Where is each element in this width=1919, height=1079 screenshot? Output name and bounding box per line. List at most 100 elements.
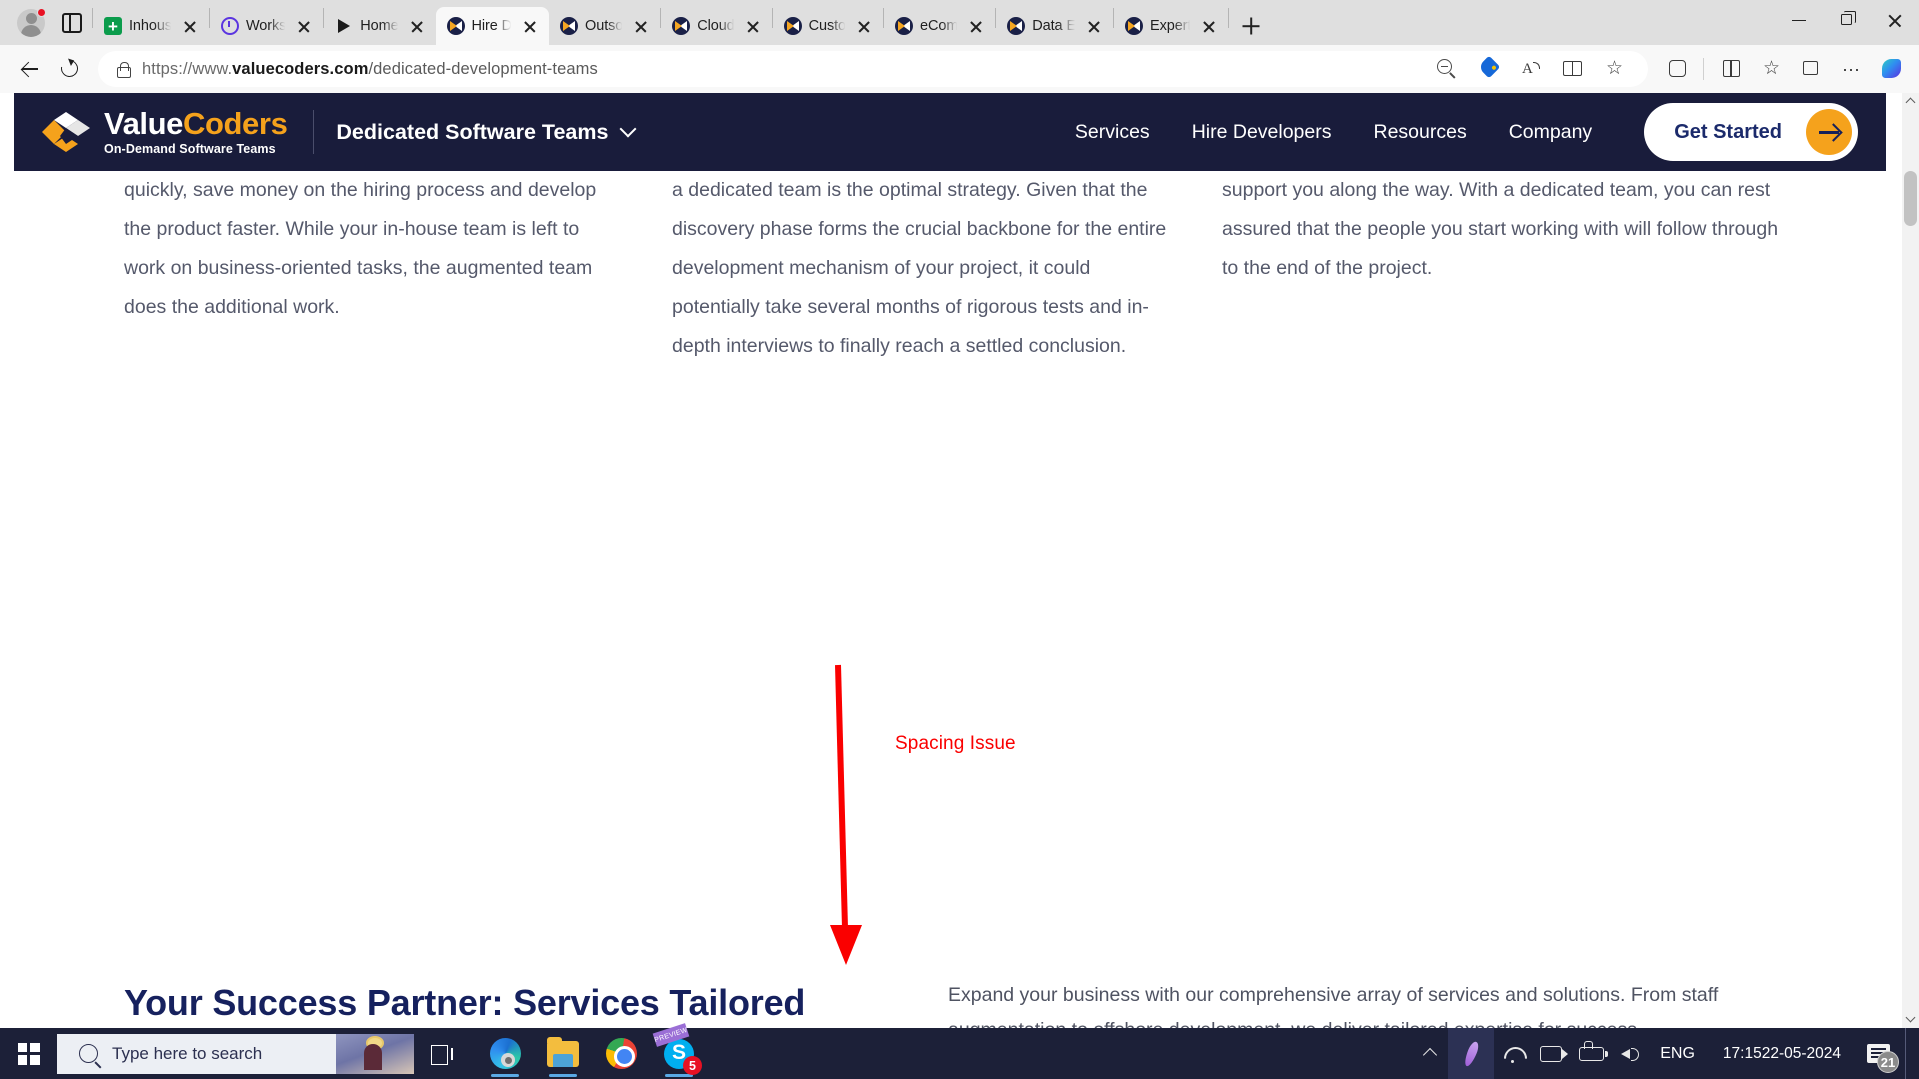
shopping-button[interactable] [1468,52,1510,86]
chevron-down-icon [619,120,637,138]
taskbar-app-file-explorer[interactable] [542,1028,584,1079]
close-icon[interactable] [630,15,652,37]
clock-date: 22-05-2024 [1761,1044,1841,1062]
logo-value: Value [104,106,183,142]
extensions-icon [1669,60,1686,77]
url-domain: valuecoders.com [232,59,369,78]
language-indicator[interactable]: ENG [1650,1028,1705,1079]
browser-tab-3-active[interactable]: Hire D [435,7,550,45]
nav-item-services[interactable]: Services [1075,121,1150,144]
reload-button[interactable] [50,52,88,86]
new-tab-button[interactable] [1232,7,1270,45]
scroll-up-icon[interactable] [1902,93,1919,111]
profile-button[interactable] [10,2,52,44]
taskbar-app-chrome[interactable] [600,1028,642,1079]
wifi-icon [1502,1046,1524,1063]
volume-button[interactable] [1612,1028,1650,1079]
section-dropdown[interactable]: Dedicated Software Teams [336,120,637,145]
valuecoders-logo-icon [42,112,90,152]
maximize-button[interactable] [1823,0,1871,40]
close-window-button[interactable] [1871,0,1919,40]
main-navigation: Services Hire Developers Resources Compa… [1075,121,1592,144]
close-icon[interactable] [853,15,875,37]
zoom-out-button[interactable] [1426,52,1468,86]
show-hidden-icons-button[interactable] [1412,1028,1448,1079]
battery-button[interactable] [1570,1028,1612,1079]
lock-icon [116,61,131,78]
browser-tab-1[interactable]: Works [210,7,323,45]
get-started-button[interactable]: Get Started [1644,103,1858,161]
camera-button[interactable] [1532,1028,1570,1079]
valuecoders-icon [446,17,465,35]
copilot-button[interactable] [1871,52,1909,86]
close-icon[interactable] [519,15,541,37]
taskbar-app-skype[interactable]: PREVIEW 5 [652,1023,702,1079]
tab-actions-button[interactable] [52,2,92,44]
split-screen-button[interactable] [1711,52,1749,86]
section-heading: Your Success Partner: Services Tailored … [124,982,806,1023]
valuecoders-icon [1125,17,1144,35]
wifi-button[interactable] [1494,1028,1532,1079]
close-icon[interactable] [293,15,315,37]
site-logo[interactable]: ValueCoders On-Demand Software Teams [40,106,288,156]
task-view-button[interactable] [414,1028,470,1079]
green-plus-icon [104,17,122,35]
onenote-feather-icon [1462,1039,1481,1068]
browser-tab-6[interactable]: Custo [773,7,883,45]
favorites-button[interactable]: ☆ [1751,52,1789,86]
skype-badge-count: 5 [683,1056,702,1075]
back-button[interactable] [10,52,48,86]
onenote-tray-button[interactable] [1448,1028,1495,1079]
scroll-down-icon[interactable] [1902,1010,1919,1028]
collections-button[interactable] [1791,52,1829,86]
notifications-button[interactable]: 21 [1855,1028,1901,1079]
immersive-reader-icon [1563,60,1582,76]
add-favorite-button[interactable]: ☆ [1594,52,1636,86]
read-aloud-button[interactable]: A [1510,52,1552,86]
browser-tab-8[interactable]: Data E [996,7,1113,45]
tab-title: Inhous [129,18,172,34]
nav-item-resources[interactable]: Resources [1374,121,1467,144]
browser-tab-5[interactable]: Cloud [661,7,771,45]
battery-icon [1578,1040,1608,1061]
notification-dot-icon [37,8,46,17]
copilot-icon [1882,59,1901,78]
app-running-indicator [549,1074,577,1077]
clock[interactable]: 17:15 22-05-2024 [1705,1028,1855,1079]
browser-window: Inhous Works Home Hire D Outso Clou [0,0,1919,1079]
scrollbar-thumb[interactable] [1904,171,1917,226]
close-icon[interactable] [1083,15,1105,37]
app-running-indicator [491,1074,519,1077]
settings-more-button[interactable]: ⋯ [1831,52,1869,86]
extensions-button[interactable] [1658,52,1696,86]
browser-tab-9[interactable]: Expert [1114,7,1228,45]
get-started-label: Get Started [1674,120,1782,143]
close-icon[interactable] [965,15,987,37]
close-icon[interactable] [742,15,764,37]
annotation-label: Spacing Issue [895,733,1016,754]
page-scrollbar[interactable] [1902,93,1919,1028]
address-bar[interactable]: https://www.valuecoders.com/dedicated-de… [98,51,1648,87]
start-button[interactable] [0,1028,57,1079]
windows-start-icon [17,1042,40,1065]
close-icon[interactable] [179,15,201,37]
close-icon[interactable] [406,15,428,37]
show-desktop-button[interactable] [1905,1028,1913,1079]
taskbar-app-edge[interactable] [484,1028,526,1079]
nav-item-hire-developers[interactable]: Hire Developers [1192,121,1332,144]
nav-item-company[interactable]: Company [1509,121,1592,144]
window-controls [1775,0,1919,45]
logo-coders: Coders [183,106,288,142]
browser-tab-0[interactable]: Inhous [93,7,209,45]
browser-tab-7[interactable]: eCom [884,7,995,45]
minimize-button[interactable] [1775,0,1823,40]
taskbar-search[interactable]: Type here to search [57,1033,414,1074]
clock-time: 17:15 [1722,1044,1762,1062]
browser-tab-2[interactable]: Home [324,7,435,45]
url-scheme: https://www. [142,59,233,78]
logo-wordmark: ValueCoders [104,106,288,142]
immersive-reader-button[interactable] [1552,52,1594,86]
browser-tab-4[interactable]: Outso [549,7,660,45]
close-icon[interactable] [1198,15,1220,37]
camera-icon [1540,1045,1569,1062]
